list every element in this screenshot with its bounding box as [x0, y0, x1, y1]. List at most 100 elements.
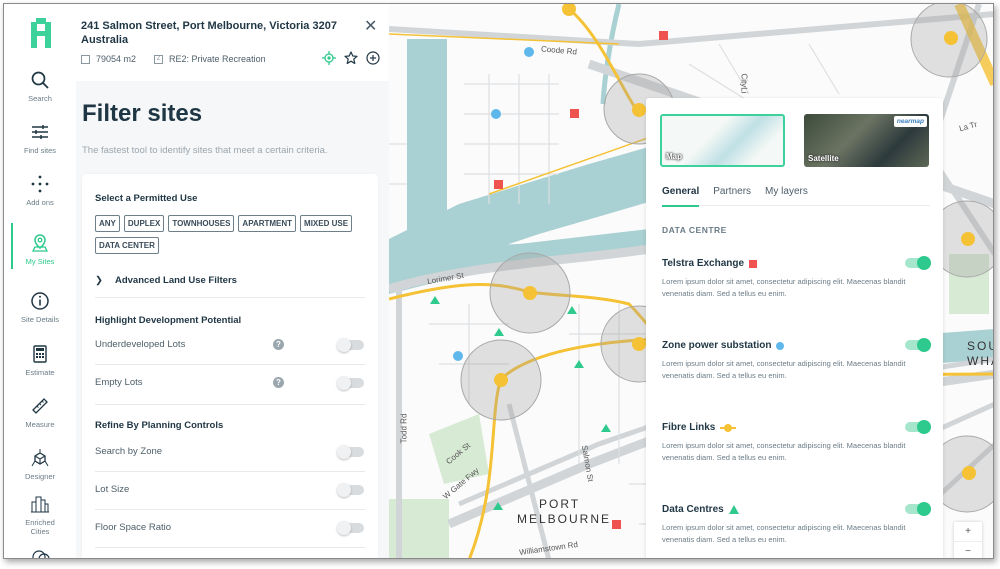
advanced-filters-label: Advanced Land Use Filters — [114, 275, 237, 286]
nav-item-estimate[interactable]: Estimate — [4, 344, 76, 377]
line-swatch-icon — [720, 423, 737, 432]
nav-item-designer[interactable]: Designer — [4, 448, 76, 481]
layer-data-centres: Data Centres Lorem ipsum dolor sit amet,… — [662, 502, 932, 546]
app-logo[interactable] — [31, 18, 51, 48]
layer-name: Zone power substation — [662, 340, 772, 351]
zone-icon: Z — [154, 54, 164, 64]
app-window: Search Find sites Add ons My Sites Site … — [3, 3, 994, 559]
square-swatch-icon — [749, 259, 758, 268]
nav-item-find-sites[interactable]: Find sites — [4, 122, 76, 155]
nav-label: Designer — [24, 472, 55, 481]
layer-name: Fibre Links — [662, 422, 716, 433]
toggle-lot-size[interactable] — [337, 483, 364, 497]
help-icon[interactable]: ? — [273, 339, 284, 350]
tab-partners[interactable]: Partners — [713, 186, 751, 206]
street-label: Todd Rd — [399, 413, 409, 444]
toggle-zone-substation[interactable] — [905, 338, 931, 352]
area-icon — [81, 54, 90, 64]
toggle-zone[interactable] — [337, 445, 364, 459]
toggle-underdeveloped[interactable] — [337, 338, 364, 352]
zoom-out-button[interactable]: − — [954, 542, 982, 558]
nav-label: Enriched Cities — [25, 518, 55, 536]
nearmap-logo: nearmap — [893, 116, 927, 127]
permitted-use-chips: ANY DUPLEX TOWNHOUSES APARTMENT MIXED US… — [95, 215, 375, 254]
nav-item-add-ons[interactable]: Add ons — [4, 174, 76, 207]
planning-heading: Refine By Planning Controls — [95, 420, 224, 431]
layer-name: Data Centres — [662, 504, 724, 515]
nav-label: Measure — [25, 420, 55, 429]
page-subtitle: The fastest tool to identify sites that … — [82, 145, 328, 156]
toggle-telstra-exchange[interactable] — [905, 256, 931, 270]
basemap-label: Map — [666, 152, 682, 161]
divider — [95, 509, 365, 510]
info-icon — [31, 292, 49, 310]
map-zoom-control: + − — [954, 522, 982, 558]
zoom-in-button[interactable]: + — [954, 522, 982, 542]
layer-name: Telstra Exchange — [662, 258, 745, 269]
close-button[interactable]: ✕ — [364, 16, 377, 36]
layer-description: Lorem ipsum dolor sit amet, consectetur … — [662, 441, 906, 462]
basemap-map[interactable]: Map — [660, 114, 785, 167]
nav-label: Find sites — [23, 146, 57, 155]
divider — [95, 547, 365, 548]
star-icon[interactable] — [344, 51, 358, 65]
layer-description: Lorem ipsum dolor sit amet, consectetur … — [662, 359, 906, 380]
chip-mixed-use[interactable]: MIXED USE — [300, 215, 353, 232]
tab-general[interactable]: General — [662, 186, 700, 207]
triangle-swatch-icon — [728, 505, 739, 514]
city-icon — [31, 496, 49, 513]
suburb-label: WHA — [967, 354, 993, 368]
chip-data-center[interactable]: DATA CENTER — [95, 237, 159, 254]
dev-potential-heading: Highlight Development Potential — [95, 315, 242, 326]
site-address: 241 Salmon Street, Port Melbourne, Victo… — [81, 20, 337, 46]
layer-description: Lorem ipsum dolor sit amet, consectetur … — [662, 523, 906, 544]
chip-apartment[interactable]: APARTMENT — [238, 215, 297, 232]
chip-townhouses[interactable]: TOWNHOUSES — [168, 215, 235, 232]
layers-panel: Map nearmap Satellite General Partners M… — [646, 98, 943, 558]
filter-row-lot-size: Lot Size — [95, 480, 365, 500]
tab-my-layers[interactable]: My layers — [765, 186, 808, 206]
divider — [95, 364, 365, 365]
street-label: CityLi — [739, 73, 749, 94]
nav-item-enriched-cities[interactable]: Enriched Cities — [4, 494, 76, 536]
layer-description: Lorem ipsum dolor sit amet, consectetur … — [662, 277, 906, 298]
site-zone: RE2: Private Recreation — [169, 54, 266, 64]
suburb-label: SOU — [967, 339, 993, 353]
row-label: Empty Lots — [95, 377, 143, 388]
layer-telstra-exchange: Telstra Exchange Lorem ipsum dolor sit a… — [662, 256, 932, 300]
basemap-satellite[interactable]: nearmap Satellite — [804, 114, 929, 167]
layer-category: DATA CENTRE — [662, 225, 727, 235]
divider — [95, 471, 365, 472]
sliders-icon — [32, 125, 48, 139]
locate-icon[interactable] — [322, 51, 336, 65]
basemap-label: Satellite — [808, 154, 839, 163]
cube-icon — [31, 449, 49, 467]
nav-item-my-sites[interactable]: My Sites — [4, 223, 76, 269]
filter-card: Select a Permitted Use ANY DUPLEX TOWNHO… — [82, 174, 378, 558]
row-label: Floor Space Ratio — [95, 522, 172, 533]
layer-fibre-links: Fibre Links Lorem ipsum dolor sit amet, … — [662, 420, 932, 464]
toggle-data-centres[interactable] — [905, 502, 931, 516]
nav-item-site-details[interactable]: Site Details — [4, 291, 76, 324]
toggle-fibre-links[interactable] — [905, 420, 931, 434]
nav-label: Estimate — [25, 368, 55, 377]
help-icon[interactable]: ? — [273, 377, 284, 388]
filter-row-underdeveloped: Underdeveloped Lots ? — [95, 335, 365, 355]
toggle-fsr[interactable] — [337, 521, 364, 535]
row-label: Search by Zone — [95, 446, 163, 457]
suburb-label: PORT — [539, 497, 581, 511]
map-pin-icon — [31, 234, 49, 252]
site-area: 79054 m2 — [96, 54, 137, 64]
nav-label: Site Details — [21, 315, 59, 324]
chip-duplex[interactable]: DUPLEX — [123, 215, 165, 232]
add-circle-icon[interactable] — [366, 51, 380, 65]
advanced-filters-toggle[interactable]: ❯ Advanced Land Use Filters — [95, 275, 237, 286]
divider — [95, 297, 365, 298]
chat-icon[interactable] — [32, 549, 50, 559]
toggle-empty-lots[interactable] — [337, 376, 364, 390]
chip-any[interactable]: ANY — [95, 215, 120, 232]
site-meta: 79054 m2 Z RE2: Private Recreation — [81, 54, 266, 64]
layer-tabs: General Partners My layers — [662, 186, 930, 207]
nav-item-search[interactable]: Search — [4, 70, 76, 103]
nav-item-measure[interactable]: Measure — [4, 396, 76, 429]
